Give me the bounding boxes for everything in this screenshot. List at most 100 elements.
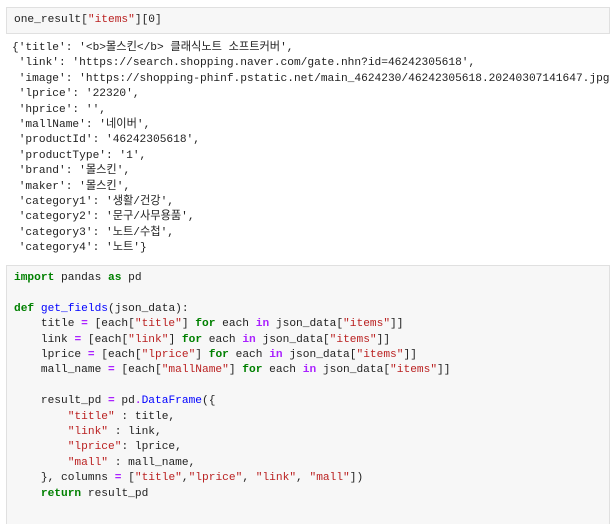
code-editor-1[interactable]: one_result["items"][0] — [7, 8, 609, 28]
code-token: def — [14, 302, 35, 315]
code-token: "mall" — [67, 456, 109, 469]
code-token: "lprice" — [141, 349, 196, 362]
code-token: in — [302, 364, 317, 377]
output-line: 'image': 'https://shopping-phinf.pstatic… — [12, 72, 610, 85]
code-token: pd — [114, 395, 135, 408]
code-token: link — [14, 333, 75, 346]
code-cell-2[interactable]: import pandas as pd def get_fields(json_… — [6, 265, 610, 524]
code-line: link = [each["link"] for each in json_da… — [14, 334, 390, 346]
code-token: (json_data): — [108, 302, 189, 315]
code-token: , — [296, 472, 310, 485]
code-token: return — [40, 487, 82, 500]
code-line: "link" : link, — [14, 426, 162, 438]
code-token: : mall_name, — [108, 456, 196, 469]
code-token: ]] — [376, 333, 391, 346]
output-line: 'productType': '1', — [12, 149, 147, 162]
code-line: return result_pd — [14, 488, 148, 500]
code-token: ({ — [202, 395, 216, 408]
code-token: . — [134, 395, 142, 408]
code-token: as — [108, 272, 122, 284]
code-editor-2[interactable]: import pandas as pd def get_fields(json_… — [7, 266, 609, 502]
code-token: ]] — [403, 349, 417, 362]
code-line: "lprice": lprice, — [14, 441, 182, 453]
code-token: in — [255, 318, 270, 331]
output-line: 'hprice': '', — [12, 103, 106, 116]
code-token: "link" — [128, 333, 169, 346]
code-token: "mallName" — [161, 364, 229, 377]
code-token: "title" — [67, 410, 115, 423]
output-line: 'category4': '노트'} — [12, 242, 147, 255]
output-line: 'brand': '몰스킨', — [12, 165, 131, 178]
code-token: each — [215, 318, 256, 331]
code-token: ] — [228, 364, 243, 377]
code-token: import — [14, 272, 55, 284]
output-line: 'category2': '문구/사무용품', — [12, 211, 195, 224]
code-token: "title" — [134, 472, 182, 485]
code-token: json_data[ — [316, 364, 391, 377]
code-token: "lprice" — [188, 472, 243, 485]
code-token: "items" — [343, 318, 391, 331]
code-token: result_pd — [14, 395, 108, 408]
code-token: in — [242, 333, 256, 346]
code-token: [each[ — [114, 364, 162, 377]
code-token: "link" — [67, 426, 109, 439]
code-token: pd — [121, 272, 142, 284]
code-token: DataFrame — [141, 395, 203, 408]
code-token: each — [202, 333, 243, 346]
output-line: 'category1': '생활/건강', — [12, 196, 175, 209]
code-token: : lprice, — [121, 441, 182, 454]
code-token: for — [181, 333, 203, 346]
code-token: "items" — [390, 364, 438, 377]
code-token: get_fields — [40, 302, 109, 315]
code-line: }, columns = ["title","lprice", "link", … — [14, 472, 363, 484]
code-token: ]] — [390, 318, 404, 331]
code-token: , — [181, 472, 189, 485]
code-token: lprice — [14, 349, 88, 362]
code-line: title = [each["title"] for each in json_… — [14, 318, 404, 331]
code-token: = — [81, 318, 88, 331]
code-token: each — [228, 349, 270, 362]
code-token: : title, — [114, 410, 176, 423]
output-line: 'category3': '노트/수첩', — [12, 226, 175, 239]
code-line: "mall" : mall_name, — [14, 456, 196, 469]
code-token: json_data[ — [282, 349, 357, 362]
output-line: 'productId': '46242305618', — [12, 134, 200, 147]
output-line: 'link': 'https://search.shopping.naver.c… — [12, 57, 476, 70]
code-token: = — [108, 364, 115, 377]
code-line: mall_name = [each["mallName"] for each i… — [14, 364, 451, 377]
code-token: }, columns — [14, 472, 115, 485]
code-cell-1[interactable]: one_result["items"][0] — [6, 7, 610, 34]
output-line: {'title': '<b>몰스킨</b> 클래식노트 소프트커버', — [12, 42, 294, 54]
code-token: [each[ — [87, 318, 135, 331]
code-token: for — [208, 349, 229, 362]
code-line: lprice = [each["lprice"] for each in jso… — [14, 349, 417, 361]
code-token: each — [262, 364, 303, 377]
code-token: pandas — [54, 272, 109, 284]
code-token: ] — [168, 333, 182, 346]
code-token: result_pd — [81, 487, 149, 500]
code-token: mall_name — [14, 364, 108, 377]
code-token: ] — [195, 349, 209, 362]
output-line: 'lprice': '22320', — [12, 88, 140, 101]
code-line: import pandas as pd — [14, 272, 142, 284]
output-line: 'maker': '몰스킨', — [12, 180, 131, 193]
code-line: one_result["items"][0] — [14, 14, 162, 26]
code-token: "lprice" — [67, 441, 122, 454]
code-token: "title" — [134, 318, 182, 331]
code-token: = — [87, 349, 95, 362]
code-token: "link" — [255, 472, 297, 485]
code-token: "mall" — [309, 472, 350, 485]
code-token: [each[ — [81, 333, 129, 346]
code-token: ]) — [349, 472, 364, 485]
cell-output-1: {'title': '<b>몰스킨</b> 클래식노트 소프트커버', 'lin… — [12, 41, 610, 257]
code-token: "items" — [329, 333, 377, 346]
code-token: one_result[ — [14, 14, 88, 26]
code-token: for — [195, 318, 216, 331]
code-token: ]] — [437, 364, 451, 377]
code-token: [ — [121, 472, 135, 485]
